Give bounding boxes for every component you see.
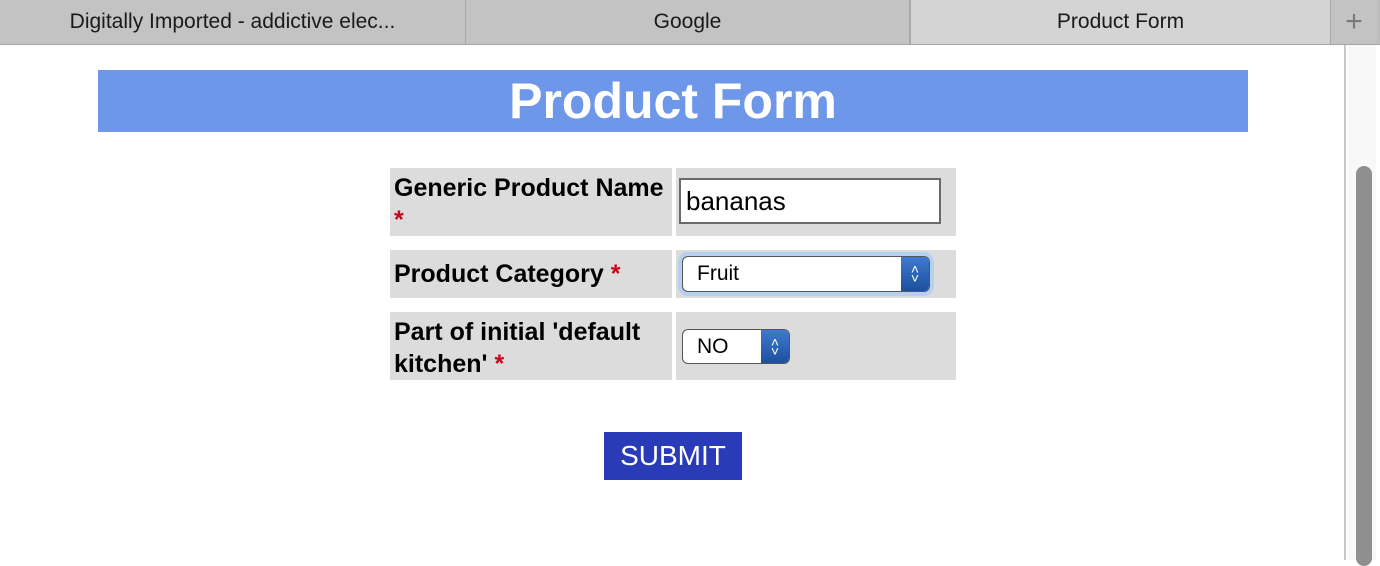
default-kitchen-select[interactable]: NO ˄ ˅ <box>682 329 790 364</box>
required-marker: * <box>494 350 505 378</box>
field-label-product-category: Product Category * <box>390 250 672 298</box>
form-row-product-category: Product Category * Fruit ˄ ˅ <box>390 250 956 298</box>
tab-digitally-imported[interactable]: Digitally Imported - addictive elec... <box>0 0 466 44</box>
select-value: Fruit <box>697 262 739 285</box>
submit-button[interactable]: SUBMIT <box>604 432 742 480</box>
label-text: Product Category <box>394 260 604 288</box>
page-title: Product Form <box>98 70 1248 132</box>
browser-tab-bar: Digitally Imported - addictive elec... G… <box>0 0 1380 45</box>
field-value-cell <box>676 168 956 236</box>
chevron-up-down-icon: ˄ ˅ <box>901 257 929 291</box>
new-tab-button[interactable]: + <box>1331 0 1377 44</box>
tab-product-form[interactable]: Product Form <box>910 0 1331 44</box>
required-marker: * <box>394 206 404 234</box>
form-row-product-name: Generic Product Name * <box>390 168 956 236</box>
required-marker: * <box>610 260 621 288</box>
field-label-default-kitchen: Part of initial 'default kitchen' * <box>390 312 672 380</box>
product-category-select[interactable]: Fruit ˄ ˅ <box>682 256 930 292</box>
scrollbar-thumb[interactable] <box>1356 166 1372 566</box>
select-value: NO <box>697 334 729 358</box>
field-label-product-name: Generic Product Name * <box>390 168 672 236</box>
chevron-up-down-icon: ˄ ˅ <box>761 330 789 363</box>
product-name-input[interactable] <box>679 178 941 224</box>
label-text: Generic Product Name <box>394 174 664 202</box>
field-value-cell: NO ˄ ˅ <box>676 312 956 380</box>
plus-icon: + <box>1345 5 1363 38</box>
label-text: Part of initial 'default kitchen' <box>394 318 641 378</box>
form-row-default-kitchen: Part of initial 'default kitchen' * NO ˄… <box>390 312 956 380</box>
field-value-cell: Fruit ˄ ˅ <box>676 250 956 298</box>
tab-google[interactable]: Google <box>466 0 910 44</box>
window-edge <box>1376 45 1380 560</box>
